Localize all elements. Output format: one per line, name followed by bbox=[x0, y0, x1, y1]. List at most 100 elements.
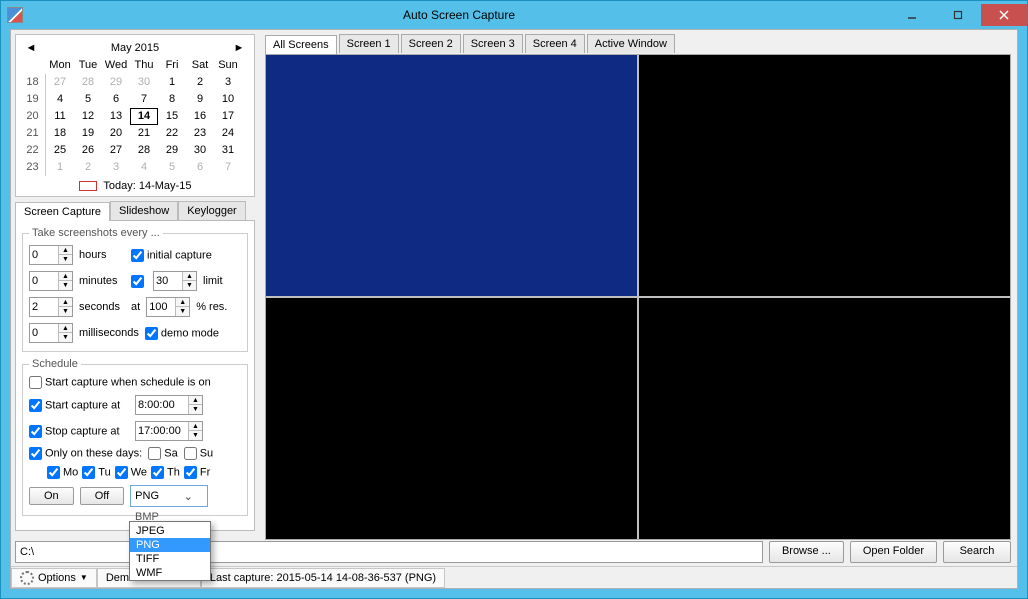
cal-day[interactable]: 15 bbox=[158, 108, 186, 125]
cal-day[interactable]: 1 bbox=[158, 74, 186, 91]
cal-day[interactable]: 4 bbox=[130, 159, 158, 176]
cal-day[interactable]: 30 bbox=[186, 142, 214, 159]
cal-next-icon[interactable]: ► bbox=[232, 41, 246, 55]
format-option[interactable]: JPEG bbox=[130, 524, 210, 538]
cal-day[interactable]: 1 bbox=[46, 159, 74, 176]
cal-today-label[interactable]: Today: 14-May-15 bbox=[103, 180, 191, 192]
cal-day[interactable]: 31 bbox=[214, 142, 242, 159]
open-folder-button[interactable]: Open Folder bbox=[850, 541, 937, 563]
cal-day[interactable]: 24 bbox=[214, 125, 242, 142]
browse-button[interactable]: Browse ... bbox=[769, 541, 844, 563]
format-option[interactable]: TIFF bbox=[130, 552, 210, 566]
start-at-input[interactable] bbox=[136, 396, 188, 414]
cal-day[interactable]: 19 bbox=[74, 125, 102, 142]
cal-day[interactable]: 29 bbox=[102, 74, 130, 91]
day-we-check[interactable]: We bbox=[115, 466, 147, 479]
close-button[interactable] bbox=[981, 4, 1027, 26]
cal-prev-icon[interactable]: ◄ bbox=[24, 41, 38, 55]
schedule-on-button[interactable]: On bbox=[29, 487, 74, 505]
cal-day[interactable]: 13 bbox=[102, 108, 130, 125]
day-tu-check[interactable]: Tu bbox=[82, 466, 110, 479]
day-sa-check[interactable]: Sa bbox=[148, 447, 177, 460]
cal-day[interactable]: 3 bbox=[102, 159, 130, 176]
tab-all-screens[interactable]: All Screens bbox=[265, 35, 337, 54]
calendar[interactable]: ◄ May 2015 ► MonTueWedThuFriSatSun182728… bbox=[15, 34, 255, 197]
cal-day[interactable]: 30 bbox=[130, 74, 158, 91]
cal-day[interactable]: 23 bbox=[186, 125, 214, 142]
format-combo[interactable]: PNG ⌄ bbox=[130, 485, 208, 507]
cal-day[interactable]: 26 bbox=[74, 142, 102, 159]
format-option[interactable]: PNG bbox=[130, 538, 210, 552]
format-dropdown[interactable]: JPEGPNGTIFFWMF bbox=[129, 521, 211, 581]
day-su-check[interactable]: Su bbox=[184, 447, 213, 460]
tab-screen-1[interactable]: Screen 1 bbox=[339, 34, 399, 53]
day-mo-check[interactable]: Mo bbox=[47, 466, 78, 479]
cal-day[interactable]: 5 bbox=[74, 91, 102, 108]
tab-screen-capture[interactable]: Screen Capture bbox=[15, 202, 110, 221]
cal-day[interactable]: 12 bbox=[74, 108, 102, 125]
cal-day[interactable]: 8 bbox=[158, 91, 186, 108]
initial-capture-check[interactable]: initial capture bbox=[131, 249, 212, 262]
cal-day[interactable]: 3 bbox=[214, 74, 242, 91]
tab-slideshow[interactable]: Slideshow bbox=[110, 201, 178, 220]
cal-day[interactable]: 9 bbox=[186, 91, 214, 108]
cal-day[interactable]: 27 bbox=[102, 142, 130, 159]
day-fr-check[interactable]: Fr bbox=[184, 466, 210, 479]
tab-screen-4[interactable]: Screen 4 bbox=[525, 34, 585, 53]
maximize-button[interactable] bbox=[935, 4, 981, 26]
start-at-check[interactable]: Start capture at bbox=[29, 399, 129, 412]
stop-at-check[interactable]: Stop capture at bbox=[29, 425, 129, 438]
minutes-input[interactable] bbox=[30, 272, 58, 290]
cal-day[interactable]: 18 bbox=[46, 125, 74, 142]
start-when-check[interactable]: Start capture when schedule is on bbox=[29, 376, 211, 389]
cal-day[interactable]: 25 bbox=[46, 142, 74, 159]
tab-keylogger[interactable]: Keylogger bbox=[178, 201, 246, 220]
search-button[interactable]: Search bbox=[943, 541, 1011, 563]
cal-day[interactable]: 4 bbox=[46, 91, 74, 108]
cal-day[interactable]: 11 bbox=[46, 108, 74, 125]
minimize-button[interactable] bbox=[889, 4, 935, 26]
cal-day[interactable]: 28 bbox=[130, 142, 158, 159]
preview-pane-4[interactable] bbox=[639, 298, 1010, 539]
cal-day[interactable]: 5 bbox=[158, 159, 186, 176]
res-input[interactable] bbox=[147, 298, 175, 316]
limit-input[interactable] bbox=[154, 272, 182, 290]
cal-day[interactable]: 2 bbox=[74, 159, 102, 176]
spin-down-icon[interactable]: ▼ bbox=[58, 255, 72, 264]
tab-screen-2[interactable]: Screen 2 bbox=[401, 34, 461, 53]
cal-day[interactable]: 2 bbox=[186, 74, 214, 91]
options-menu[interactable]: Options ▼ bbox=[11, 568, 97, 588]
format-option[interactable]: WMF bbox=[130, 566, 210, 580]
cal-day[interactable]: 7 bbox=[214, 159, 242, 176]
path-input[interactable] bbox=[15, 541, 763, 563]
spin-up-icon[interactable]: ▲ bbox=[58, 246, 72, 255]
cal-day[interactable]: 6 bbox=[186, 159, 214, 176]
day-th-check[interactable]: Th bbox=[151, 466, 180, 479]
cal-day[interactable]: 21 bbox=[130, 125, 158, 142]
cal-day[interactable]: 14 bbox=[130, 108, 158, 125]
tab-screen-3[interactable]: Screen 3 bbox=[463, 34, 523, 53]
preview-pane-1[interactable] bbox=[266, 55, 637, 296]
cal-day[interactable]: 29 bbox=[158, 142, 186, 159]
hours-input[interactable] bbox=[30, 246, 58, 264]
ms-input[interactable] bbox=[30, 324, 58, 342]
schedule-off-button[interactable]: Off bbox=[80, 487, 124, 505]
cal-day[interactable]: 16 bbox=[186, 108, 214, 125]
cal-day[interactable]: 20 bbox=[102, 125, 130, 142]
demo-mode-check[interactable]: demo mode bbox=[145, 327, 219, 340]
cal-day[interactable]: 27 bbox=[46, 74, 74, 91]
preview-pane-2[interactable] bbox=[639, 55, 1010, 296]
cal-day[interactable]: 10 bbox=[214, 91, 242, 108]
cal-day[interactable]: 22 bbox=[158, 125, 186, 142]
stop-at-input[interactable] bbox=[136, 422, 188, 440]
cal-day[interactable]: 6 bbox=[102, 91, 130, 108]
limit-check[interactable] bbox=[131, 275, 144, 288]
cal-day[interactable]: 7 bbox=[130, 91, 158, 108]
only-days-check[interactable]: Only on these days: bbox=[29, 447, 142, 460]
seconds-input[interactable] bbox=[30, 298, 58, 316]
chevron-down-icon[interactable]: ⌄ bbox=[169, 490, 207, 503]
cal-day[interactable]: 17 bbox=[214, 108, 242, 125]
cal-day[interactable]: 28 bbox=[74, 74, 102, 91]
preview-pane-3[interactable] bbox=[266, 298, 637, 539]
tab-active-window[interactable]: Active Window bbox=[587, 34, 675, 53]
